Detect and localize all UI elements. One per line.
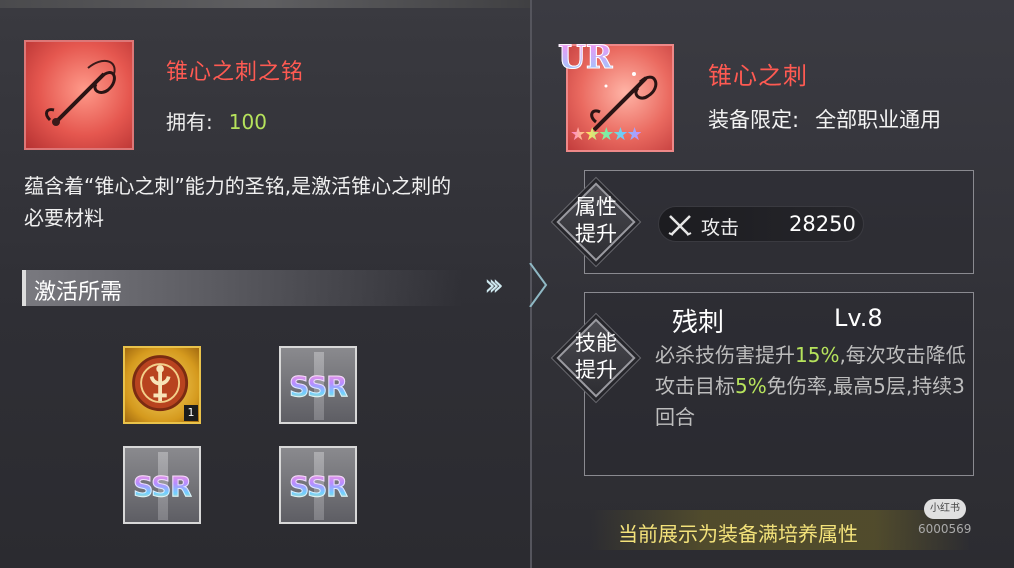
panel-notch-icon — [529, 263, 548, 307]
skill-desc-part1: 必杀技伤害提升 — [655, 343, 795, 367]
material-count-badge: 1 — [184, 405, 198, 421]
skill-boost-label-line1: 技能 — [575, 331, 617, 355]
stat-value: 28250 — [789, 212, 856, 236]
material-slot-ssr-2[interactable]: SSR — [123, 446, 201, 524]
star-rating-icon: ★★★★★ — [570, 124, 643, 145]
skill-boost-label: 技能 提升 — [558, 330, 634, 384]
attribute-boost-diamond-label: 属性 提升 — [556, 182, 636, 262]
equipment-limit-row: 装备限定: 全部职业通用 — [708, 104, 941, 134]
ssr-label: SSR — [125, 470, 199, 504]
owned-count-row: 拥有: 100 — [166, 106, 267, 135]
item-name: 锥心之刺之铭 — [166, 60, 305, 85]
attribute-boost-label-line1: 属性 — [575, 195, 617, 219]
owned-label: 拥有: — [166, 110, 213, 134]
attribute-boost-label-line2: 提升 — [575, 222, 617, 246]
footer-note: 当前展示为装备满培养属性 — [618, 522, 858, 546]
item-icon-spear-inscription[interactable] — [24, 40, 134, 150]
skill-desc-highlight1: 15% — [795, 343, 840, 367]
material-slot-emblem[interactable]: 1 — [123, 346, 201, 424]
rarity-ur-badge: UR — [558, 38, 613, 77]
item-description: 蕴含着“锥心之刺”能力的圣铭,是激活锥心之刺的必要材料 — [24, 174, 452, 230]
skill-boost-label-line2: 提升 — [575, 358, 617, 382]
equipment-name: 锥心之刺 — [708, 62, 808, 90]
activation-section-header: 激活所需 — [22, 270, 462, 306]
owned-count: 100 — [228, 110, 267, 134]
crossed-swords-icon — [668, 215, 692, 236]
skill-boost-diamond-label: 技能 提升 — [556, 318, 636, 398]
ssr-label: SSR — [281, 370, 355, 404]
activation-section-title: 激活所需 — [34, 280, 123, 305]
top-edge-strip — [0, 0, 530, 8]
skill-desc-highlight2: 5% — [735, 374, 767, 398]
skill-description: 必杀技伤害提升15%,每次攻击降低攻击目标5%免伤率,最高5层,持续3回合 — [655, 340, 973, 433]
watermark-id: 6000569 — [918, 522, 972, 536]
attack-stat-pill: 攻击 28250 — [658, 206, 864, 242]
triple-chevron-right-icon: ››› — [484, 268, 504, 303]
attribute-boost-label: 属性 提升 — [558, 194, 634, 248]
material-slot-ssr-3[interactable]: SSR — [279, 446, 357, 524]
limit-label: 装备限定: — [708, 108, 800, 132]
watermark-logo: 小红书 — [924, 499, 966, 519]
stat-name: 攻击 — [701, 217, 740, 239]
material-slot-ssr-1[interactable]: SSR — [279, 346, 357, 424]
skill-level: Lv.8 — [834, 304, 883, 332]
spear-icon — [45, 59, 116, 126]
limit-value: 全部职业通用 — [815, 108, 942, 132]
ssr-label: SSR — [281, 470, 355, 504]
skill-name: 残刺 — [672, 308, 725, 338]
